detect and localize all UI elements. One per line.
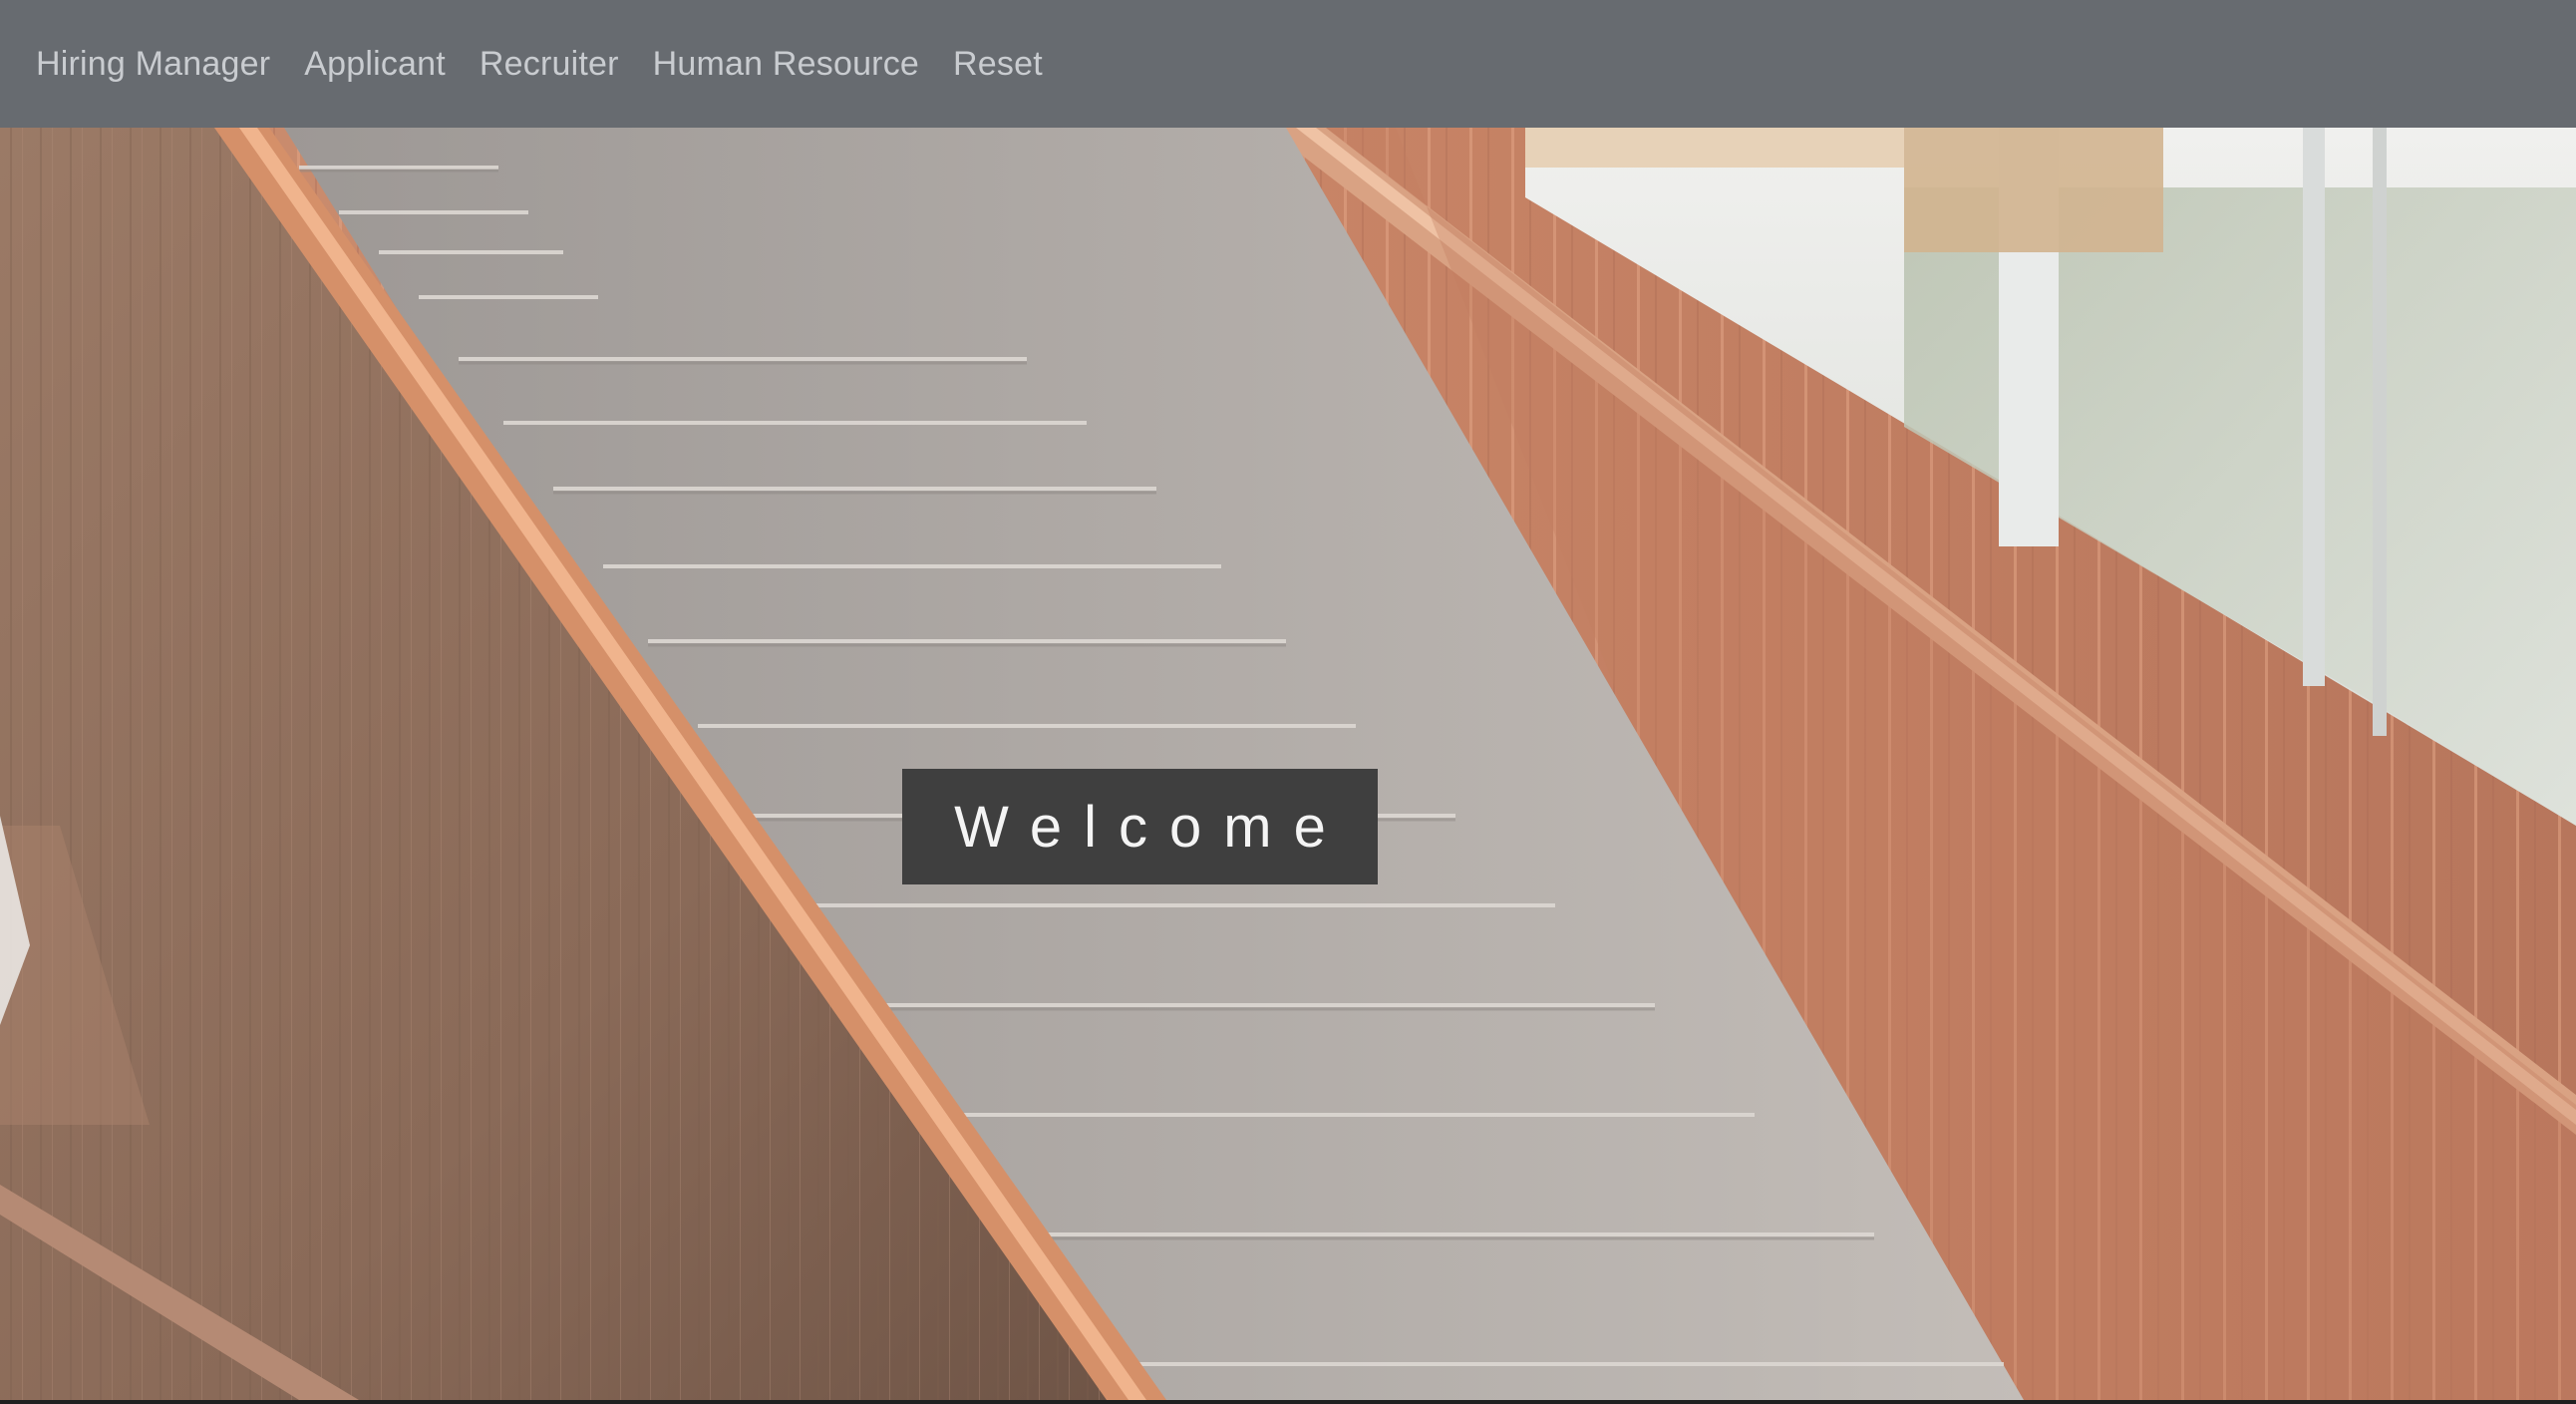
nav-item-human-resource[interactable]: Human Resource [653, 45, 919, 84]
staircase-background-image [0, 128, 2576, 1400]
welcome-title: Welcome [954, 794, 1348, 860]
nav-item-reset[interactable]: Reset [953, 45, 1043, 84]
page: Hiring Manager Applicant Recruiter Human… [0, 0, 2576, 1400]
nav-item-applicant[interactable]: Applicant [304, 45, 446, 84]
hero-banner: Welcome [0, 128, 2576, 1400]
top-navbar: Hiring Manager Applicant Recruiter Human… [0, 0, 2576, 128]
welcome-banner: Welcome [902, 769, 1378, 884]
nav-item-hiring-manager[interactable]: Hiring Manager [36, 45, 270, 84]
bottom-edge [0, 1400, 2576, 1404]
nav-item-recruiter[interactable]: Recruiter [480, 45, 619, 84]
